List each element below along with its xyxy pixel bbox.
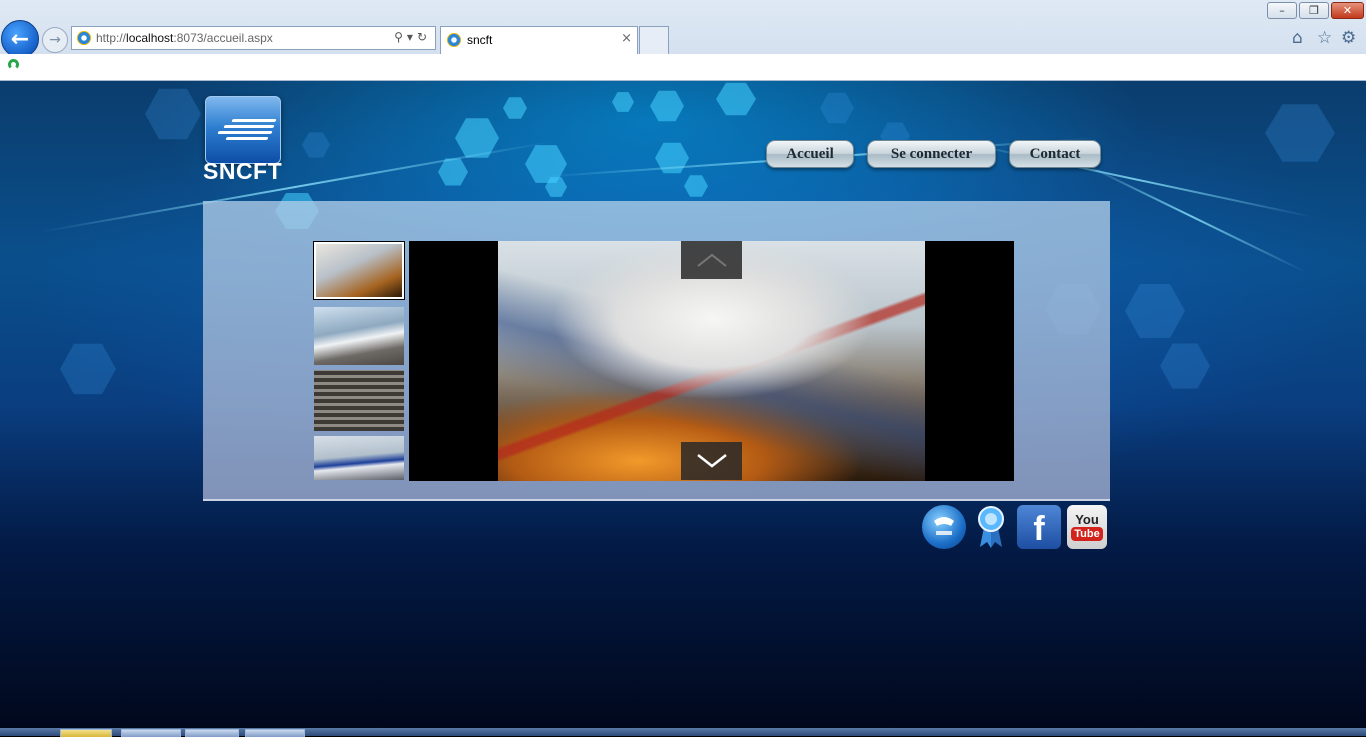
star-icon[interactable]: ☆: [1317, 28, 1332, 48]
bokeh-decoration: [716, 82, 756, 116]
favorite-site-icon[interactable]: [8, 59, 19, 70]
phone-icon[interactable]: [922, 505, 966, 549]
facebook-icon[interactable]: f: [1017, 505, 1061, 549]
chevron-down-icon[interactable]: ▾: [407, 30, 417, 44]
browser-chrome: ← → http://localhost:8073/accueil.aspx ⚲…: [0, 0, 1366, 81]
tab-title: sncft: [467, 33, 493, 47]
nav-login-button[interactable]: Se connecter: [867, 140, 996, 168]
bokeh-decoration: [60, 343, 116, 395]
nav-accueil-button[interactable]: Accueil: [766, 140, 854, 168]
refresh-icon[interactable]: ↻: [417, 30, 431, 44]
logo-stripe: [231, 119, 277, 122]
logo-stripe: [225, 137, 269, 140]
bokeh-decoration: [503, 97, 527, 119]
logo-stripe: [217, 131, 273, 134]
award-ribbon-icon: [978, 506, 1004, 548]
bokeh-decoration: [145, 88, 201, 140]
back-arrow-icon: ←: [10, 26, 30, 52]
window-close-button[interactable]: ✕: [1331, 2, 1364, 19]
youtube-you-text: You: [1075, 512, 1099, 527]
slider-thumbnail[interactable]: [313, 241, 405, 300]
bokeh-decoration: [684, 175, 708, 197]
slider-main-viewer: [409, 241, 1014, 481]
nav-contact-button[interactable]: Contact: [1009, 140, 1101, 168]
bokeh-decoration: [655, 142, 689, 174]
bokeh-decoration: [820, 92, 854, 124]
new-tab-button[interactable]: [639, 26, 669, 54]
logo-text: SNCFT: [203, 158, 283, 184]
bokeh-decoration: [612, 92, 634, 112]
home-icon[interactable]: ⌂: [1292, 28, 1303, 48]
slider-up-button[interactable]: [681, 241, 742, 279]
chevron-down-icon: [696, 454, 727, 468]
minimize-button[interactable]: –: [1267, 2, 1297, 19]
address-bar[interactable]: http://localhost:8073/accueil.aspx ⚲▾↻: [71, 26, 436, 50]
sparkle-decoration: [1079, 161, 1306, 273]
logo-stripe: [223, 125, 275, 128]
bokeh-decoration: [1265, 104, 1335, 162]
slider-thumbnail[interactable]: [314, 370, 404, 431]
close-icon[interactable]: ×: [621, 31, 632, 46]
tab-sncft[interactable]: sncft ×: [440, 26, 638, 54]
ie-page-icon: [77, 31, 91, 45]
facebook-letter: f: [1033, 510, 1045, 548]
forward-arrow-icon: →: [49, 32, 61, 48]
search-icon[interactable]: ⚲: [394, 30, 407, 44]
ie-tab-icon: [447, 33, 461, 47]
youtube-tube-text: Tube: [1071, 527, 1103, 541]
bokeh-decoration: [650, 90, 684, 122]
phone-handset-icon: [934, 517, 954, 535]
forward-button[interactable]: →: [42, 27, 68, 53]
slider-down-button[interactable]: [681, 442, 742, 480]
bokeh-decoration: [1160, 343, 1210, 389]
back-button[interactable]: ←: [1, 20, 39, 58]
slider-thumbnail[interactable]: [314, 307, 404, 365]
slider-thumbnail[interactable]: [314, 436, 404, 480]
page-content: SNCFT Accueil Se connecter Contact f You…: [0, 81, 1366, 728]
gear-icon[interactable]: ⚙: [1341, 28, 1356, 48]
image-slider: [203, 201, 1110, 501]
address-tools: ⚲▾↻: [394, 30, 431, 44]
bokeh-decoration: [1125, 284, 1185, 338]
bokeh-decoration: [302, 132, 330, 158]
favorites-bar: [0, 54, 1366, 81]
address-text[interactable]: http://localhost:8073/accueil.aspx: [96, 31, 273, 45]
maximize-button[interactable]: ❐: [1299, 2, 1329, 19]
award-icon[interactable]: [974, 505, 1008, 549]
chevron-up-icon: [696, 253, 727, 267]
youtube-icon[interactable]: You Tube: [1067, 505, 1107, 549]
sncft-logo[interactable]: [205, 96, 281, 164]
